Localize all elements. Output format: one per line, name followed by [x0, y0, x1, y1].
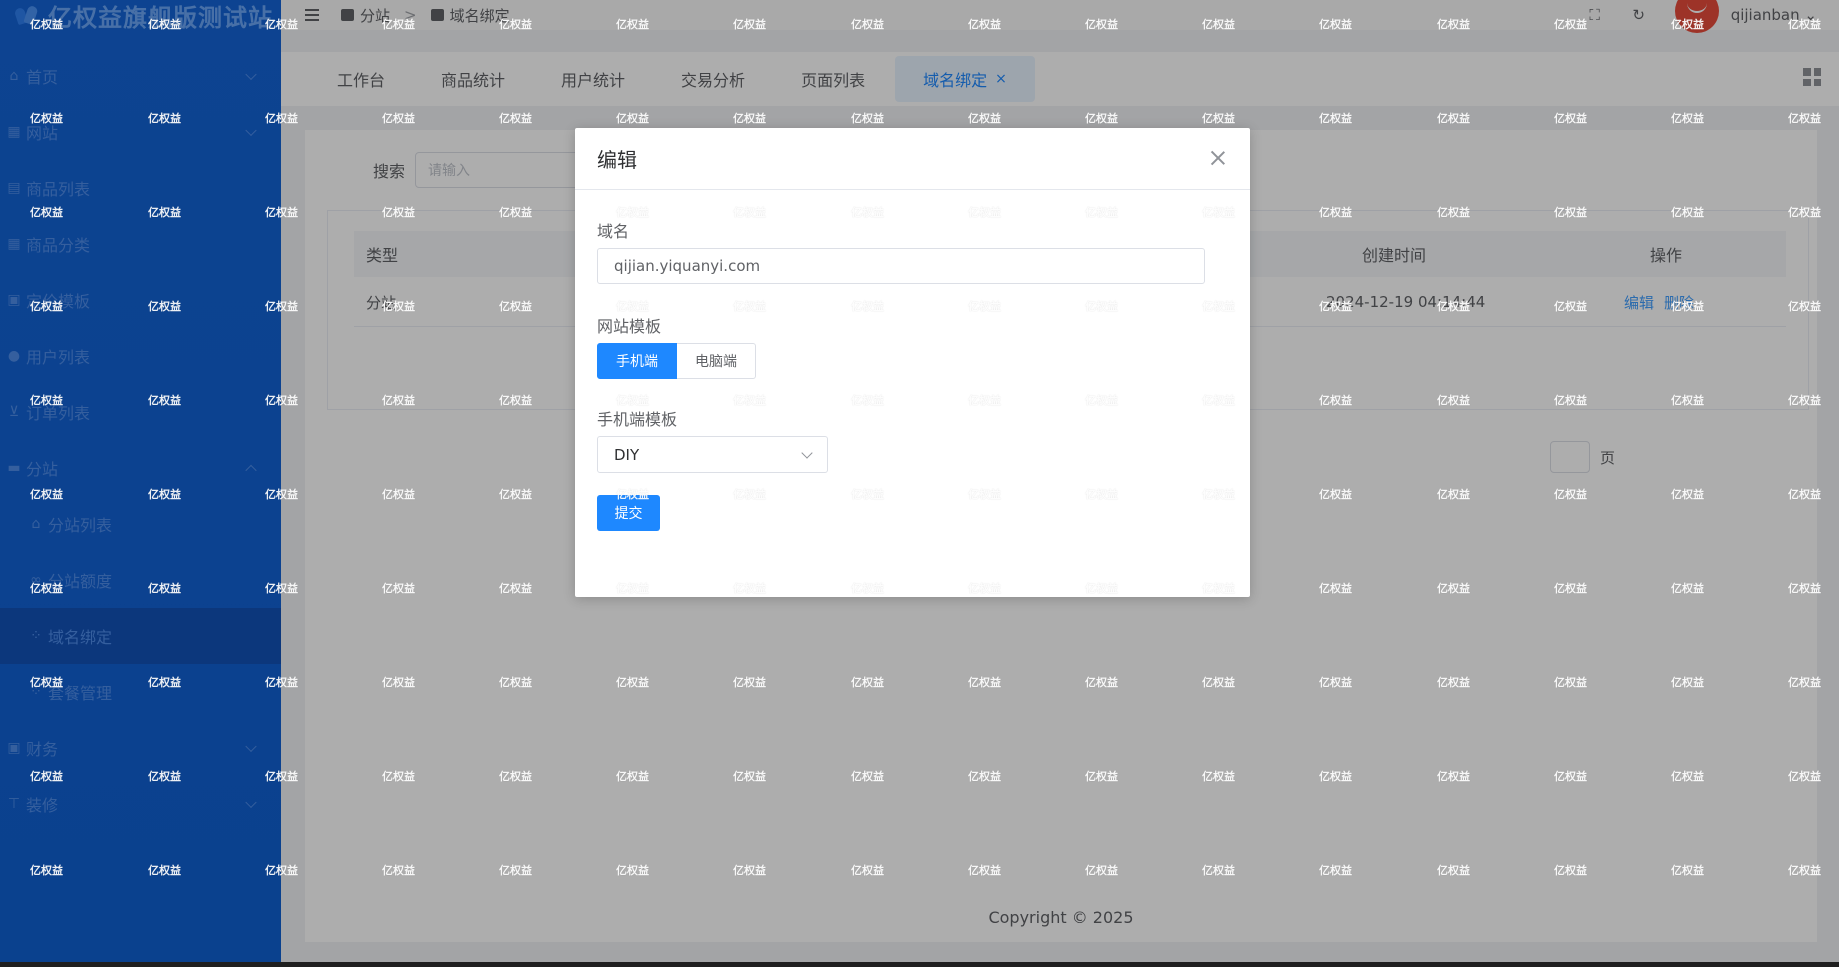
dialog-header: 编辑	[575, 128, 1250, 190]
template-mobile-radio[interactable]: 手机端	[597, 343, 677, 379]
submit-button[interactable]: 提交	[597, 495, 660, 531]
template-pc-radio[interactable]: 电脑端	[677, 343, 756, 379]
domain-label: 域名	[597, 222, 630, 241]
mobile-template-select[interactable]: DIY	[597, 436, 828, 473]
dialog-title: 编辑	[597, 148, 637, 172]
close-icon[interactable]	[1210, 150, 1226, 166]
chevron-down-icon	[801, 447, 813, 459]
bottom-strip	[0, 962, 1839, 967]
domain-field[interactable]: qijian.yiquanyi.com	[597, 248, 1205, 284]
template-label: 网站模板	[597, 317, 662, 336]
mobile-template-value: DIY	[614, 445, 640, 464]
template-radio-group: 手机端 电脑端	[597, 343, 756, 379]
edit-dialog: 编辑 域名 qijian.yiquanyi.com 网站模板 手机端 电脑端 手…	[575, 128, 1250, 597]
mobile-template-label: 手机端模板	[597, 410, 678, 429]
